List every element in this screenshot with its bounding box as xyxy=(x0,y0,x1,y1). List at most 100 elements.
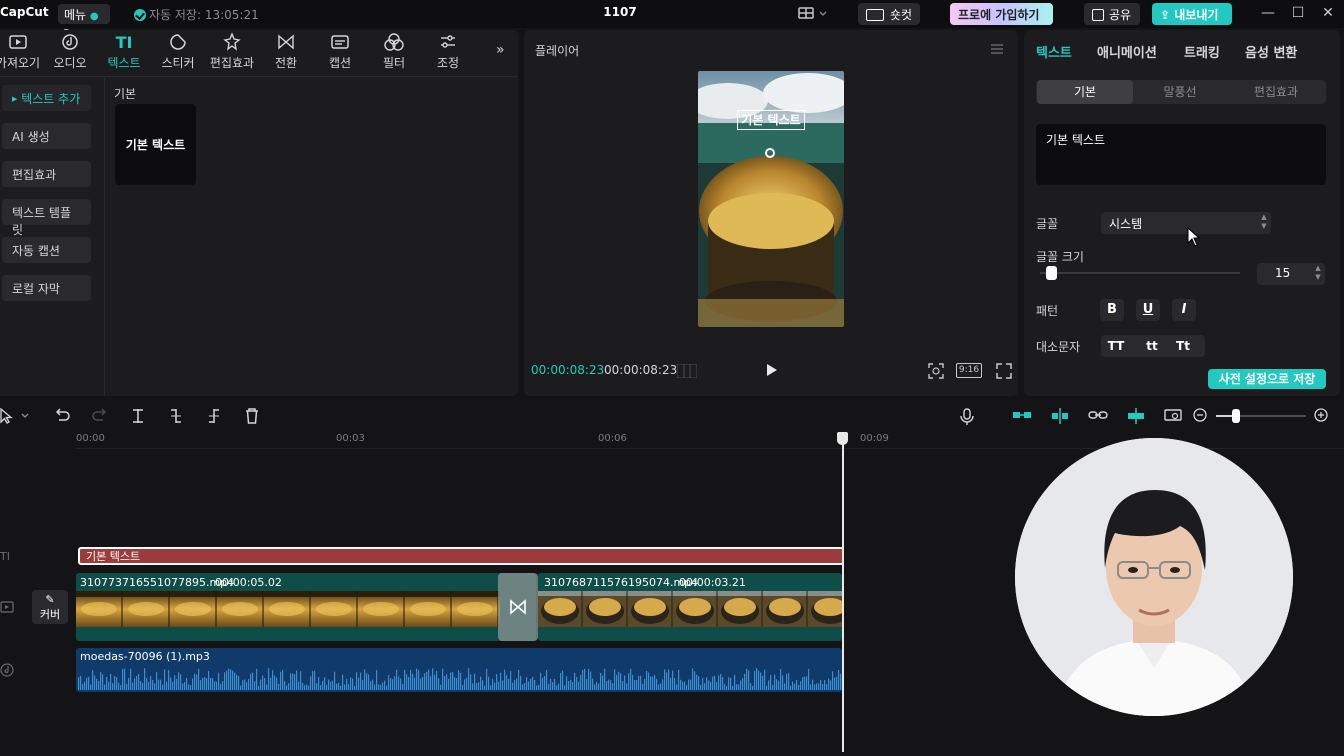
save-preset-button[interactable]: 사전 설정으로 저장 xyxy=(1208,369,1326,389)
preview-axis-icon[interactable] xyxy=(1126,408,1146,424)
lowercase-button[interactable]: tt xyxy=(1135,335,1169,357)
total-time: 00:00:08:23 xyxy=(604,363,678,377)
split-icon[interactable] xyxy=(130,408,146,424)
text-overlay[interactable]: 기본 텍스트 xyxy=(737,110,805,130)
text-content-input[interactable]: 기본 텍스트 xyxy=(1036,124,1326,185)
export-label: 내보내기 xyxy=(1174,8,1219,22)
default-text-card[interactable]: 기본 텍스트 xyxy=(115,104,196,185)
main-track-magnet-icon[interactable] xyxy=(1012,408,1032,422)
font-size-slider[interactable] xyxy=(1040,272,1240,274)
microphone-icon[interactable] xyxy=(960,408,974,426)
tool-transition[interactable]: 전환 xyxy=(260,32,312,71)
autosave-text: 자동 저장: 13:05:21 xyxy=(149,8,259,22)
transition-marker[interactable] xyxy=(498,573,538,641)
tool-effects[interactable]: 편집효과 xyxy=(206,32,258,71)
timeline-grid-icon[interactable] xyxy=(677,364,697,378)
underline-button[interactable]: U xyxy=(1136,299,1160,321)
ruler-tick: 00:00 xyxy=(76,433,105,444)
font-size-slider-knob[interactable] xyxy=(1046,266,1057,280)
sidebar-item-add-text[interactable]: ▶ 텍스트 추가 xyxy=(2,85,91,111)
ruler-tick: 00:09 xyxy=(860,433,889,444)
playhead-handle[interactable] xyxy=(837,432,848,445)
tab-voice-change[interactable]: 음성 변환 xyxy=(1245,42,1297,61)
pro-signup-button[interactable]: 프로에 가입하기 xyxy=(950,3,1053,25)
tool-label: 필터 xyxy=(382,56,406,70)
tool-sticker[interactable]: 스티커 xyxy=(152,32,204,71)
tool-label: 스티커 xyxy=(161,56,195,70)
link-icon[interactable] xyxy=(1088,408,1108,422)
tool-label: 캡션 xyxy=(328,56,352,70)
close-icon[interactable]: ✕ xyxy=(1318,5,1338,21)
ruler-tick: 00:06 xyxy=(598,433,627,444)
effects-icon xyxy=(206,32,258,52)
rotate-handle-icon[interactable] xyxy=(765,148,775,158)
tool-label: 가져오기 xyxy=(0,56,41,70)
subtab-basic[interactable]: 기본 xyxy=(1037,80,1133,104)
hamburger-menu-icon[interactable] xyxy=(990,43,1004,55)
tool-caption[interactable]: 캡션 xyxy=(314,32,366,71)
maximize-icon[interactable]: ☐ xyxy=(1288,5,1308,21)
fullscreen-icon[interactable] xyxy=(996,363,1012,379)
zoom-slider-knob[interactable] xyxy=(1232,409,1240,423)
playhead[interactable] xyxy=(842,432,844,752)
tool-label: 텍스트 xyxy=(107,56,141,70)
redo-icon[interactable] xyxy=(92,408,108,424)
font-stepper-icon[interactable]: ▲ ▼ xyxy=(1258,213,1270,233)
share-label: 공유 xyxy=(1109,8,1132,22)
tool-filter[interactable]: 필터 xyxy=(368,32,420,71)
tool-label: 편집효과 xyxy=(209,56,255,70)
font-size-stepper-icon[interactable]: ▲ ▼ xyxy=(1312,264,1324,284)
undo-icon[interactable] xyxy=(54,408,70,424)
tab-text[interactable]: 텍스트 xyxy=(1036,42,1072,61)
section-title: 기본 xyxy=(114,87,137,101)
play-icon[interactable] xyxy=(764,363,778,377)
text-clip[interactable]: 기본 텍스트 xyxy=(78,547,844,565)
zoom-out-icon[interactable] xyxy=(1193,408,1207,422)
delete-icon[interactable] xyxy=(244,408,260,424)
webcam-overlay xyxy=(1015,438,1293,716)
italic-button[interactable]: I xyxy=(1172,299,1196,321)
sidebar-divider xyxy=(104,78,105,396)
split-right-icon[interactable] xyxy=(206,408,222,424)
sidebar-item-ai-generate[interactable]: AI 생성 xyxy=(2,123,91,149)
layout-icon[interactable] xyxy=(798,6,828,22)
auto-snap-icon[interactable] xyxy=(1050,408,1070,424)
clip-name: 310773716551077895.mp4 xyxy=(80,576,235,589)
sidebar-item-auto-caption[interactable]: 자동 캡션 xyxy=(2,237,91,263)
minimize-icon[interactable]: — xyxy=(1258,5,1278,21)
zoom-in-icon[interactable] xyxy=(1314,408,1328,422)
font-size-label: 글꼴 크기 xyxy=(1036,250,1084,264)
export-button[interactable]: ⇪ 내보내기 xyxy=(1152,3,1232,25)
bold-button[interactable]: B xyxy=(1100,299,1124,321)
fit-screen-icon[interactable] xyxy=(928,363,944,379)
select-tool-icon[interactable] xyxy=(0,408,34,424)
share-button[interactable]: 공유 xyxy=(1084,3,1140,25)
uppercase-button[interactable]: TT xyxy=(1099,335,1133,357)
shortcut-label: 숏컷 xyxy=(890,8,913,22)
tab-animation[interactable]: 애니메이션 xyxy=(1097,42,1157,61)
menu-button[interactable]: 메뉴 ● ▾ xyxy=(58,4,110,37)
tool-import[interactable]: 가져오기 xyxy=(0,32,44,71)
menu-label: 메뉴 xyxy=(64,8,87,22)
audio-track-icon xyxy=(0,663,14,677)
tool-text[interactable]: TI 텍스트 xyxy=(98,32,150,71)
subtab-effects[interactable]: 편집효과 xyxy=(1228,80,1324,104)
tool-audio[interactable]: 오디오 xyxy=(44,32,96,71)
sidebar-item-local-subtitle[interactable]: 로컬 자막 xyxy=(2,275,91,301)
sidebar-item-text-template[interactable]: 텍스트 템플릿 xyxy=(2,199,91,237)
cover-button[interactable]: ✎ 커버 xyxy=(32,590,68,624)
tab-tracking[interactable]: 트래킹 xyxy=(1184,42,1220,61)
adjust-icon xyxy=(422,32,474,52)
subtab-speech-bubble[interactable]: 말풍선 xyxy=(1132,80,1228,104)
tool-label: 오디오 xyxy=(53,56,87,70)
shortcut-button[interactable]: 숏컷 xyxy=(858,3,920,25)
more-tools-icon[interactable]: » xyxy=(496,42,505,58)
sidebar-item-effects[interactable]: 편집효과 xyxy=(2,161,91,187)
font-select[interactable]: 시스템 xyxy=(1101,212,1271,234)
titlecase-button[interactable]: Tt xyxy=(1166,335,1200,357)
split-left-icon[interactable] xyxy=(168,408,184,424)
tool-adjust[interactable]: 조정 xyxy=(422,32,474,71)
aspect-ratio-button[interactable]: 9:16 xyxy=(956,363,982,378)
upload-icon: ⇪ xyxy=(1160,8,1171,22)
preview-window-icon[interactable] xyxy=(1164,408,1182,422)
